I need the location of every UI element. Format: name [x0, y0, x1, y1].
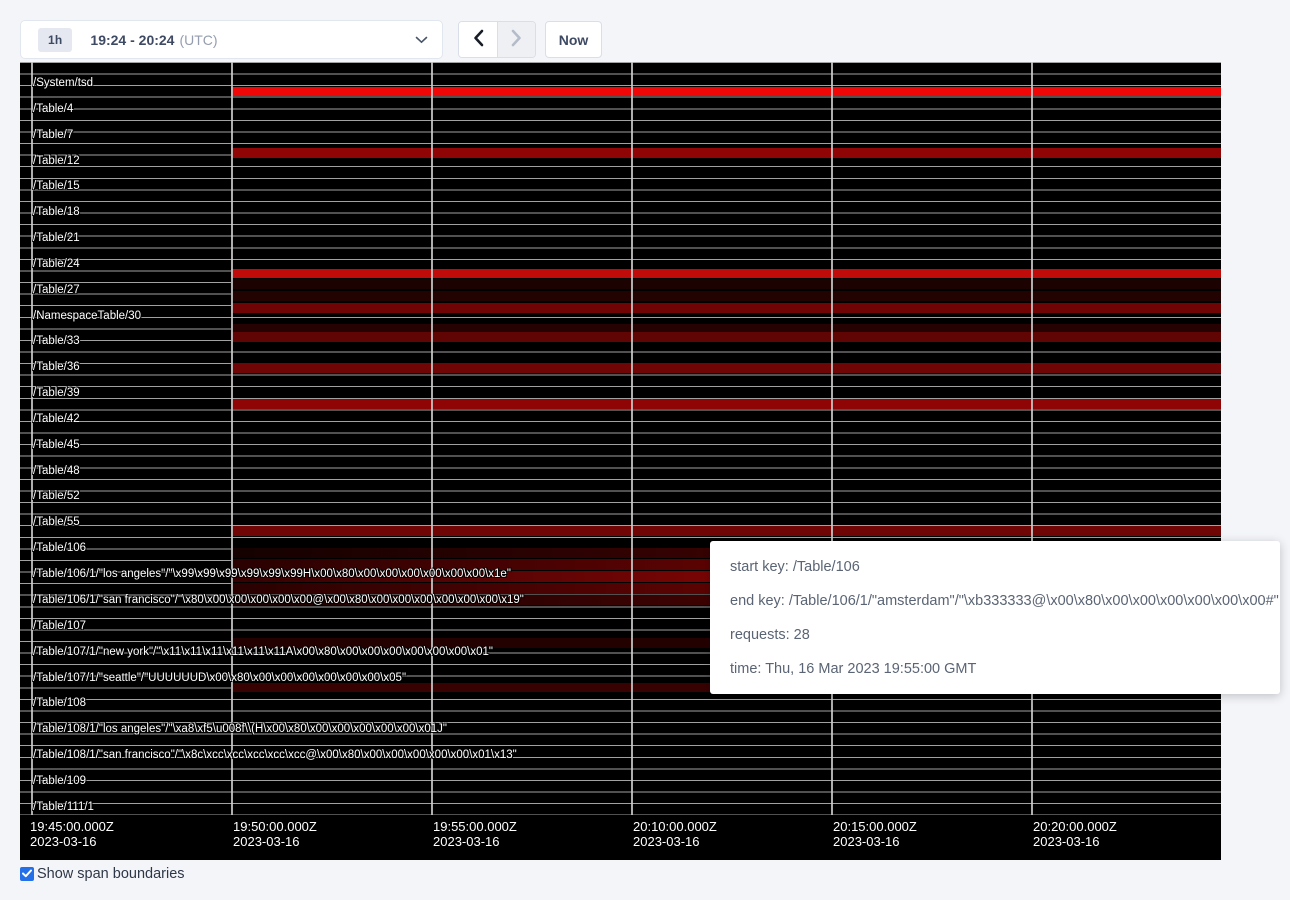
axis-date: 2023-03-16 [433, 834, 517, 849]
time-zone-label: (UTC) [179, 32, 217, 48]
row-label: /Table/55 [33, 516, 80, 528]
x-axis-label: 19:45:00.000Z2023-03-16 [30, 819, 114, 849]
row-label: /Table/107/1/"seattle"/"UUUUUUD\x00\x80\… [33, 672, 406, 684]
axis-time: 19:45:00.000Z [30, 819, 114, 834]
row-label: /Table/108/1/"san francisco"/"\x8c\xcc\x… [33, 749, 517, 761]
row-label: /Table/108/1/"los angeles"/"\xa8\xf5\u00… [33, 723, 447, 735]
row-label: /System/tsd [33, 77, 93, 89]
time-gridline [831, 62, 833, 815]
row-label: /Table/106/1/"san francisco"/"\x80\x00\x… [33, 594, 524, 606]
show-span-boundaries-label[interactable]: Show span boundaries [37, 866, 185, 882]
heat-bar [231, 399, 1221, 409]
tooltip: start key: /Table/106end key: /Table/106… [710, 541, 1280, 694]
row-label: /Table/24 [33, 258, 80, 270]
row-label: /Table/48 [33, 465, 80, 477]
time-gridline [631, 62, 633, 815]
heat-bar [231, 279, 1221, 289]
axis-time: 19:55:00.000Z [433, 819, 517, 834]
row-label: /Table/107/1/"new york"/"\x11\x11\x11\x1… [33, 646, 493, 658]
time-gridline [1031, 62, 1033, 815]
row-label: /Table/7 [33, 129, 73, 141]
row-label: /Table/27 [33, 284, 80, 296]
axis-time: 19:50:00.000Z [233, 819, 317, 834]
x-axis-label: 20:10:00.000Z2023-03-16 [633, 819, 717, 849]
row-label: /Table/36 [33, 361, 80, 373]
axis-time: 20:15:00.000Z [833, 819, 917, 834]
axis-time: 20:20:00.000Z [1033, 819, 1117, 834]
axis-date: 2023-03-16 [833, 834, 917, 849]
heat-bar [231, 363, 1221, 373]
heat-bar [231, 526, 1221, 536]
checkbox-check-icon [22, 865, 32, 883]
tooltip-line: time: Thu, 16 Mar 2023 19:55:00 GMT [730, 652, 1260, 686]
heat-bar [231, 87, 1221, 96]
time-range-select[interactable]: 1h 19:24 - 20:24 (UTC) [20, 20, 443, 59]
next-time-button[interactable] [497, 22, 535, 57]
chevron-right-icon [511, 29, 522, 50]
row-label: /Table/107 [33, 620, 86, 632]
row-label: /Table/109 [33, 775, 86, 787]
x-axis-label: 20:20:00.000Z2023-03-16 [1033, 819, 1117, 849]
chevron-left-icon [473, 29, 484, 50]
time-gridline [431, 62, 433, 815]
time-gridline [231, 62, 233, 815]
row-label: /Table/15 [33, 180, 80, 192]
show-span-boundaries-control: Show span boundaries [20, 866, 185, 882]
key-visualizer-canvas[interactable]: /System/tsd/Table/4/Table/7/Table/12/Tab… [20, 62, 1221, 860]
row-label: /Table/108 [33, 697, 86, 709]
x-axis-label: 19:50:00.000Z2023-03-16 [233, 819, 317, 849]
row-label: /Table/21 [33, 232, 80, 244]
tooltip-line: end key: /Table/106/1/"amsterdam"/"\xb33… [730, 584, 1260, 618]
row-label: /Table/12 [33, 155, 80, 167]
row-label: /Table/4 [33, 103, 73, 115]
now-button[interactable]: Now [545, 21, 602, 58]
x-axis-label: 19:55:00.000Z2023-03-16 [433, 819, 517, 849]
duration-badge: 1h [38, 28, 72, 52]
row-label: /Table/52 [33, 490, 80, 502]
row-label: /NamespaceTable/30 [33, 310, 141, 322]
row-label: /Table/111/1 [33, 801, 94, 813]
axis-date: 2023-03-16 [30, 834, 114, 849]
chevron-down-icon [415, 36, 428, 44]
tooltip-line: requests: 28 [730, 618, 1260, 652]
horizontal-gridlines [20, 62, 1221, 815]
axis-time: 20:10:00.000Z [633, 819, 717, 834]
axis-date: 2023-03-16 [1033, 834, 1117, 849]
row-label: /Table/39 [33, 387, 80, 399]
heat-bar [231, 291, 1221, 301]
heat-bar [231, 148, 1221, 158]
key-visualizer-page: 1h 19:24 - 20:24 (UTC) Now /System/tsd/T… [0, 0, 1290, 900]
prev-time-button[interactable] [459, 22, 497, 57]
row-label: /Table/106 [33, 542, 86, 554]
row-label: /Table/18 [33, 206, 80, 218]
row-label: /Table/33 [33, 335, 80, 347]
axis-date: 2023-03-16 [233, 834, 317, 849]
row-label: /Table/42 [33, 413, 80, 425]
show-span-boundaries-checkbox[interactable] [20, 867, 34, 881]
time-nav-group [458, 21, 536, 58]
x-axis-label: 20:15:00.000Z2023-03-16 [833, 819, 917, 849]
heat-bar [231, 303, 1221, 313]
row-label: /Table/106/1/"los angeles"/"\x99\x99\x99… [33, 568, 511, 580]
row-label: /Table/45 [33, 439, 80, 451]
axis-date: 2023-03-16 [633, 834, 717, 849]
heat-bar [231, 332, 1221, 342]
time-range-label: 19:24 - 20:24 [90, 32, 174, 48]
heat-bar [231, 324, 1221, 332]
tooltip-line: start key: /Table/106 [730, 550, 1260, 584]
heat-bar [231, 269, 1221, 278]
